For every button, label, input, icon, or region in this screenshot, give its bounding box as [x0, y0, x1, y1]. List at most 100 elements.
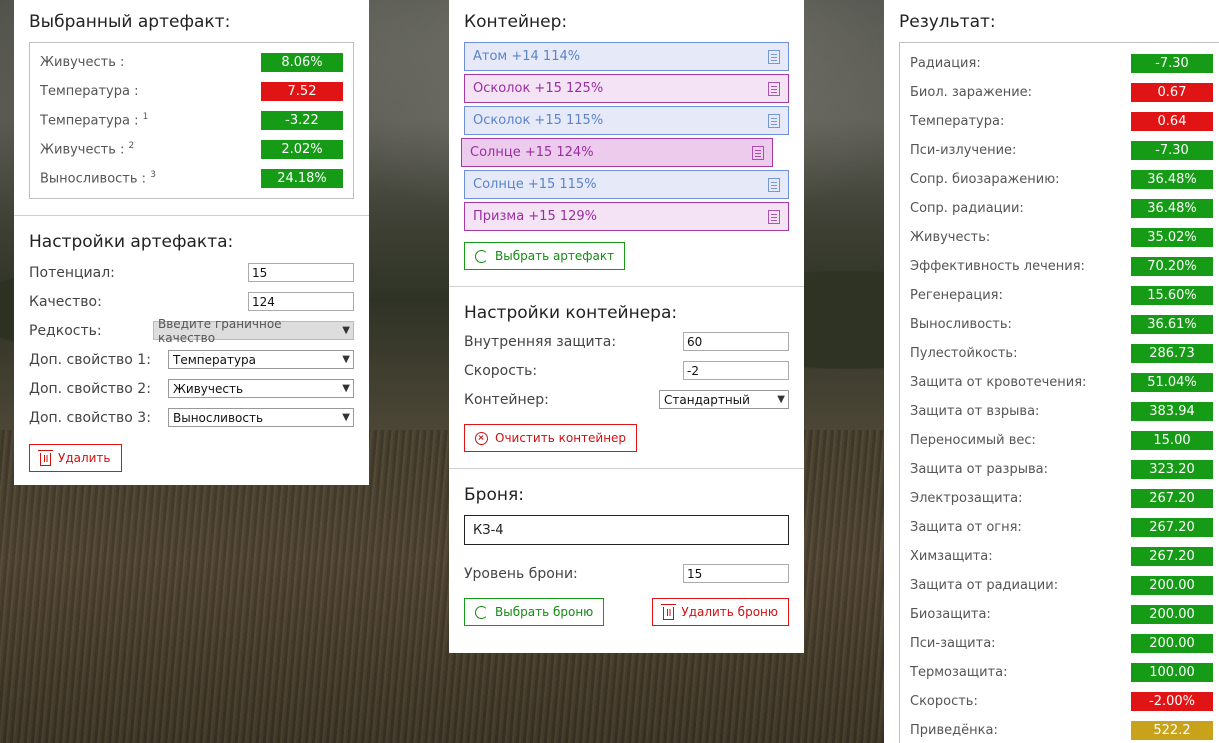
delete-artifact-button[interactable]: Удалить — [29, 444, 122, 472]
artifact-stat-row: Живучесть : 8.06% — [40, 48, 343, 77]
result-row: Температура: 0.64 — [910, 107, 1219, 136]
container-artifact-item[interactable]: Призма +15 129% — [464, 202, 789, 231]
artifact-stat-label-text: Температура : — [40, 113, 139, 129]
select-artifact-button[interactable]: Выбрать артефакт — [464, 242, 626, 270]
result-label: Сопр. радиации: — [910, 201, 1024, 216]
result-row: Выносливость: 36.61% — [910, 310, 1219, 339]
container-artifact-label: Солнце +15 115% — [473, 177, 597, 192]
document-icon[interactable] — [752, 145, 764, 160]
quality-label: Качество: — [29, 293, 102, 310]
select-armor-label: Выбрать броню — [495, 605, 594, 619]
artifact-stat-row: Температура : 7.52 — [40, 77, 343, 106]
trash-icon — [38, 449, 53, 466]
artifact-settings-section: Настройки артефакта: Потенциал: 15 Качес… — [14, 215, 369, 486]
container-artifact-label: Осколок +15 125% — [473, 81, 604, 96]
result-row: Эффективность лечения: 70.20% — [910, 252, 1219, 281]
container-artifact-item[interactable]: Осколок +15 115% — [464, 106, 789, 135]
document-icon[interactable] — [768, 113, 780, 128]
speed-input[interactable]: -2 — [683, 361, 789, 380]
artifact-settings-title: Настройки артефакта: — [29, 232, 234, 252]
result-label: Сопр. биозаражению: — [910, 172, 1060, 187]
result-value: 51.04% — [1131, 373, 1213, 392]
result-value: 0.64 — [1131, 112, 1213, 131]
rarity-select[interactable]: Введите граничное качество ▼ — [153, 317, 354, 345]
clear-container-label: Очистить контейнер — [495, 431, 627, 445]
delete-artifact-label: Удалить — [58, 451, 111, 465]
result-value: 36.48% — [1131, 199, 1213, 218]
result-value: 200.00 — [1131, 576, 1213, 595]
result-label: Радиация: — [910, 56, 981, 71]
extra1-select[interactable]: Температура ▼ — [168, 350, 354, 369]
result-label: Живучесть: — [910, 230, 991, 245]
result-panel: Результат: Радиация: -7.30 Биол. заражение… — [884, 0, 1219, 743]
result-value: -7.30 — [1131, 141, 1213, 160]
result-row: Регенерация: 15.60% — [910, 281, 1219, 310]
inner-protection-input[interactable]: 60 — [683, 332, 789, 351]
container-artifact-item[interactable]: Осколок +15 125% — [464, 74, 789, 103]
result-section: Результат: Радиация: -7.30 Биол. заражение… — [884, 0, 1219, 743]
result-row: Защита от огня: 267.20 — [910, 513, 1219, 542]
document-icon[interactable] — [768, 81, 780, 96]
result-value: 200.00 — [1131, 605, 1213, 624]
extra3-select[interactable]: Выносливость ▼ — [168, 408, 354, 427]
result-value: -7.30 — [1131, 54, 1213, 73]
result-value: 267.20 — [1131, 547, 1213, 566]
artifact-stat-superscript: 2 — [128, 141, 135, 152]
result-value: 70.20% — [1131, 257, 1213, 276]
result-row: Химзащита: 267.20 — [910, 542, 1219, 571]
artifact-stats-box: Живучесть :8.06% Температура :7.52 Темпера… — [29, 42, 354, 199]
armor-name-field[interactable]: КЗ-4 — [464, 515, 789, 545]
artifact-stat-label: Температура : — [40, 84, 138, 99]
container-artifact-list: Атом +14 114% Осколок +15 125% Осколок +15… — [461, 42, 789, 231]
artifact-stat-row: Температура : 1 -3.22 — [40, 106, 343, 135]
select-armor-button[interactable]: Выбрать броню — [464, 598, 605, 626]
artifact-stat-row: Выносливость : 3 24.18% — [40, 164, 343, 193]
result-row: Защита от радиации: 200.00 — [910, 571, 1219, 600]
document-icon[interactable] — [768, 49, 780, 64]
container-title: Контейнер: — [464, 12, 568, 32]
container-type-value: Стандартный — [664, 392, 750, 407]
selected-artifact-section: Выбранный артефакт: Живучесть : 8.06% Темп… — [14, 0, 369, 215]
result-value: 15.60% — [1131, 286, 1213, 305]
result-label: Эффективность лечения: — [910, 259, 1085, 274]
result-row: Скорость: -2.00% — [910, 687, 1219, 716]
result-value: 286.73 — [1131, 344, 1213, 363]
chevron-down-icon: ▼ — [777, 394, 785, 405]
result-row: Радиация: -7.30 — [910, 49, 1219, 78]
quality-row: Качество: 124 — [29, 287, 354, 316]
result-label: Защита от кровотечения: — [910, 375, 1087, 390]
container-artifact-item[interactable]: Атом +14 114% — [464, 42, 789, 71]
extra3-select-value: Выносливость — [173, 410, 264, 425]
clear-container-button[interactable]: Очистить контейнер — [464, 424, 638, 452]
quality-input[interactable]: 124 — [248, 292, 354, 311]
result-row: Пулестойкость: 286.73 — [910, 339, 1219, 368]
result-value: 36.61% — [1131, 315, 1213, 334]
container-type-select[interactable]: Стандартный ▼ — [659, 390, 789, 409]
result-row: Защита от взрыва: 383.94 — [910, 397, 1219, 426]
result-value: 0.67 — [1131, 83, 1213, 102]
armor-level-input[interactable]: 15 — [683, 564, 789, 583]
document-icon[interactable] — [768, 177, 780, 192]
container-artifact-item[interactable]: Солнце +15 115% — [464, 170, 789, 199]
potential-label: Потенциал: — [29, 264, 115, 281]
rarity-select-value: Введите граничное качество — [158, 316, 282, 345]
result-row: Защита от разрыва: 323.20 — [910, 455, 1219, 484]
result-value: 383.94 — [1131, 402, 1213, 421]
result-label: Защита от взрыва: — [910, 404, 1040, 419]
result-label: Защита от радиации: — [910, 578, 1059, 593]
extra2-select[interactable]: Живучесть ▼ — [168, 379, 354, 398]
container-artifact-item[interactable]: Солнце +15 124% — [461, 138, 773, 167]
container-artifact-label: Осколок +15 115% — [473, 113, 604, 128]
armor-level-row: Уровень брони: 15 — [464, 559, 789, 588]
potential-input[interactable]: 15 — [248, 263, 354, 282]
document-icon[interactable] — [768, 209, 780, 224]
inner-protection-label: Внутренняя защита: — [464, 333, 617, 350]
result-label: Биол. заражение: — [910, 85, 1033, 100]
container-settings-section: Настройки контейнера: Внутренняя защита:… — [449, 286, 804, 468]
result-row: Сопр. радиации: 36.48% — [910, 194, 1219, 223]
delete-armor-button[interactable]: Удалить броню — [652, 598, 789, 626]
result-label: Температура: — [910, 114, 1005, 129]
select-artifact-label: Выбрать артефакт — [495, 249, 615, 263]
artifact-stat-value: 2.02% — [261, 140, 343, 159]
result-row: Биол. заражение: 0.67 — [910, 78, 1219, 107]
